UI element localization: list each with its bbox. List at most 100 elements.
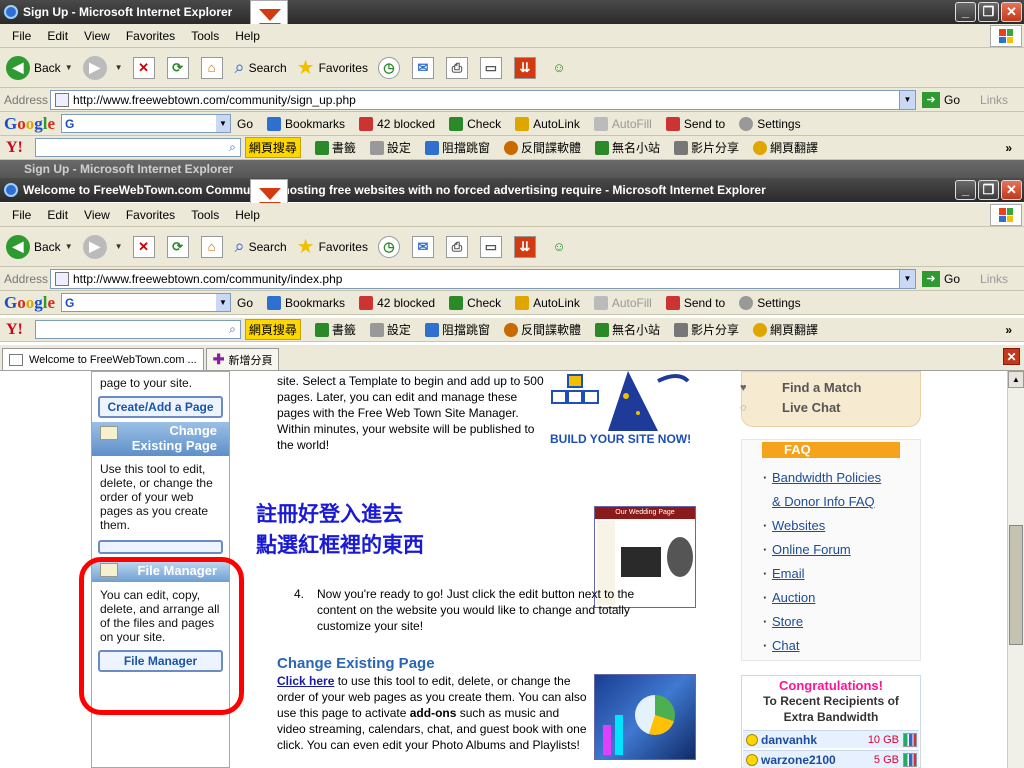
yahoo-item-settings[interactable]: 設定 (369, 321, 411, 338)
google-search-input[interactable]: G ▼ (61, 293, 232, 312)
yahoo-logo[interactable]: Y! (6, 321, 23, 339)
menu-file[interactable]: File (4, 29, 39, 43)
go-button[interactable]: ➜ Go (922, 270, 960, 287)
scroll-thumb[interactable] (1009, 525, 1023, 645)
favorites-button[interactable]: ★ Favorites (297, 55, 368, 80)
popup-blocker-button[interactable]: 42 blocked (359, 295, 435, 310)
send-to-button[interactable]: Send to (665, 295, 725, 310)
spell-check-button[interactable]: Check (449, 116, 501, 131)
settings-button[interactable]: Settings (739, 116, 801, 131)
yahoo-item-bookmarks[interactable]: 書籤 (314, 321, 356, 338)
mail-icon[interactable]: ✉ (411, 56, 434, 79)
faq-link-auction[interactable]: Auction (763, 586, 920, 610)
chevron-right-icon[interactable]: » (1005, 141, 1012, 155)
menu-favorites[interactable]: Favorites (118, 29, 183, 43)
menu-edit[interactable]: Edit (39, 29, 76, 43)
scroll-up-icon[interactable]: ▲ (1008, 371, 1024, 388)
favorites-button[interactable]: ★ Favorites (297, 234, 368, 259)
links-label[interactable]: Links (980, 93, 1008, 107)
yahoo-item-popup[interactable]: 阻擋跳窗 (424, 321, 490, 338)
live-chat-link[interactable]: ◌ Live Chat (740, 398, 920, 418)
faq-link-forum[interactable]: Online Forum (763, 538, 920, 562)
autofill-button[interactable]: AutoFill (593, 116, 652, 131)
yahoo-item-popup[interactable]: 阻擋跳窗 (424, 139, 490, 156)
minimize-button[interactable]: _ (955, 2, 976, 22)
menu-help[interactable]: Help (227, 208, 268, 222)
close-button[interactable]: ✕ (1001, 180, 1022, 200)
tab-welcome[interactable]: Welcome to FreeWebTown.com ... (2, 348, 204, 370)
chevron-down-icon[interactable]: ▼ (65, 242, 73, 251)
create-add-page-button[interactable]: Create/Add a Page (98, 396, 223, 418)
popup-blocker-button[interactable]: 42 blocked (359, 116, 435, 131)
yahoo-item-wretch[interactable]: 無名小站 (594, 139, 660, 156)
menu-file[interactable]: File (4, 208, 39, 222)
history-icon[interactable]: ◷ (377, 56, 400, 79)
mail-icon[interactable]: ✉ (411, 235, 434, 258)
faq-link-email[interactable]: Email (763, 562, 920, 586)
history-icon[interactable]: ◷ (377, 235, 400, 258)
home-icon[interactable]: ⌂ (200, 235, 223, 258)
back-window-titlebar[interactable]: Sign Up - Microsoft Internet Explorer _ … (0, 0, 1024, 24)
faq-link-bandwidth[interactable]: Bandwidth Policies& Donor Info FAQ (763, 466, 920, 514)
chevron-down-icon[interactable]: ▼ (899, 90, 915, 109)
google-go-button[interactable]: Go (237, 117, 253, 131)
yahoo-item-antispy[interactable]: 反間諜軟體 (503, 321, 581, 338)
search-button[interactable]: ⌕ Search (235, 236, 287, 257)
google-bookmarks-button[interactable]: Bookmarks (267, 295, 345, 310)
autolink-button[interactable]: AutoLink (515, 295, 580, 310)
chevron-down-icon[interactable]: ▼ (216, 115, 231, 132)
messenger-icon[interactable]: ☺ (548, 57, 570, 79)
yahoo-logo[interactable]: Y! (6, 139, 23, 157)
spell-check-button[interactable]: Check (449, 295, 501, 310)
chevron-down-icon[interactable]: ▼ (115, 242, 123, 251)
back-button[interactable]: ◀ Back ▼ (6, 55, 73, 80)
chevron-down-icon[interactable]: ▼ (216, 294, 231, 311)
menu-favorites[interactable]: Favorites (118, 208, 183, 222)
yahoo-item-translate[interactable]: 網頁翻譯 (753, 321, 818, 338)
download-icon[interactable]: ⇊ (513, 56, 536, 79)
yahoo-item-video[interactable]: 影片分享 (673, 321, 739, 338)
yahoo-search-button[interactable]: 網頁搜尋 (244, 319, 301, 340)
menu-view[interactable]: View (76, 208, 118, 222)
stop-icon[interactable]: ✕ (132, 56, 155, 79)
close-button[interactable]: ✕ (1001, 2, 1022, 22)
behind-window-titlebar[interactable]: Sign Up - Microsoft Internet Explorer (0, 160, 1024, 178)
menu-view[interactable]: View (76, 29, 118, 43)
print-icon[interactable]: ⎙ (445, 235, 468, 258)
close-tab-button[interactable]: ✕ (1003, 348, 1020, 365)
messenger-icon[interactable]: ☺ (548, 236, 570, 258)
faq-link-chat[interactable]: Chat (763, 634, 920, 658)
chevron-down-icon[interactable]: ▼ (65, 63, 73, 72)
restore-button[interactable]: ❐ (978, 2, 999, 22)
forward-button[interactable]: ▶ ▼ (82, 55, 123, 80)
tab-new[interactable]: ✚ 新增分頁 (205, 348, 280, 370)
stop-icon[interactable]: ✕ (132, 235, 155, 258)
restore-button[interactable]: ❐ (978, 180, 999, 200)
yahoo-search-input[interactable]: ⌕ (34, 138, 241, 157)
menu-edit[interactable]: Edit (39, 208, 76, 222)
edit-icon[interactable]: ▭ (479, 235, 502, 258)
chevron-right-icon[interactable]: » (1005, 323, 1012, 337)
yahoo-search-input[interactable]: ⌕ (34, 320, 241, 339)
yahoo-search-button[interactable]: 網頁搜尋 (244, 137, 301, 158)
settings-button[interactable]: Settings (739, 295, 801, 310)
yahoo-item-bookmarks[interactable]: 書籤 (314, 139, 356, 156)
menu-tools[interactable]: Tools (183, 29, 227, 43)
address-input[interactable]: http://www.freewebtown.com/community/ind… (50, 268, 916, 289)
yahoo-item-antispy[interactable]: 反間諜軟體 (503, 139, 581, 156)
yahoo-item-wretch[interactable]: 無名小站 (594, 321, 660, 338)
edit-icon[interactable]: ▭ (479, 56, 502, 79)
chevron-down-icon[interactable]: ▼ (899, 269, 915, 288)
google-search-input[interactable]: G ▼ (61, 114, 232, 133)
yahoo-item-settings[interactable]: 設定 (369, 139, 411, 156)
download-icon[interactable]: ⇊ (513, 235, 536, 258)
refresh-icon[interactable]: ⟳ (166, 235, 189, 258)
vertical-scrollbar[interactable]: ▲ (1007, 371, 1024, 768)
chevron-down-icon[interactable]: ▼ (115, 63, 123, 72)
find-a-match-link[interactable]: ♥ Find a Match (740, 378, 920, 398)
print-icon[interactable]: ⎙ (445, 56, 468, 79)
yahoo-item-video[interactable]: 影片分享 (673, 139, 739, 156)
menu-tools[interactable]: Tools (183, 208, 227, 222)
google-bookmarks-button[interactable]: Bookmarks (267, 116, 345, 131)
menu-help[interactable]: Help (227, 29, 268, 43)
